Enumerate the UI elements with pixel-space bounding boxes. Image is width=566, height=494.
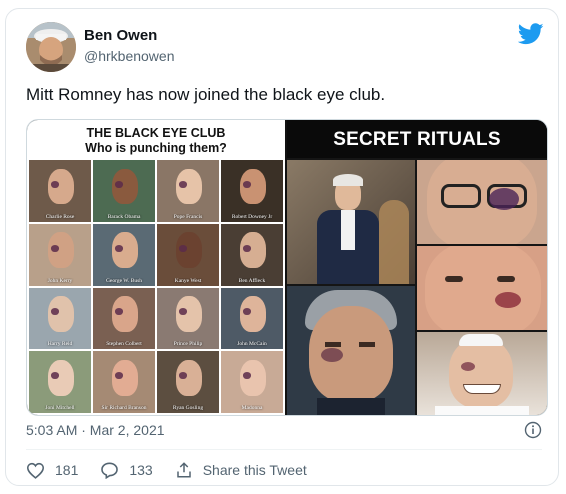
club-title: THE BLACK EYE CLUB xyxy=(86,126,226,140)
photo-smiling-man-white-cap xyxy=(417,332,547,415)
share-button[interactable]: Share this Tweet xyxy=(175,461,307,479)
grid-photo: Pope Francis xyxy=(157,160,219,222)
grid-photo: Robert Downey Jr xyxy=(221,160,283,222)
black-eye-mark xyxy=(114,180,124,188)
tweet-timestamp[interactable]: 5:03 AM · Mar 2, 2021 xyxy=(26,422,165,438)
secret-rituals-panel: SECRET RITUALS xyxy=(287,120,547,415)
photo-grid: Charlie Rose Barack Obama Pope Francis Robe… xyxy=(29,160,283,413)
grid-photo-caption: Prince Philip xyxy=(173,341,203,348)
grid-photo: Joni Mitchell xyxy=(29,351,91,413)
black-eye-mark xyxy=(242,244,252,252)
black-eye-mark xyxy=(178,244,188,252)
grid-photo: Madonna xyxy=(221,351,283,413)
photo-bruised-eye-closeup xyxy=(417,160,547,244)
tweet-actions: 181 133 Share this Tweet xyxy=(26,461,329,479)
share-icon xyxy=(176,462,191,478)
author-name[interactable]: Ben Owen xyxy=(84,27,157,44)
grid-photo: Ryan Gosling xyxy=(157,351,219,413)
grid-photo: Charlie Rose xyxy=(29,160,91,222)
reply-icon xyxy=(101,462,119,479)
like-count: 181 xyxy=(55,462,79,478)
black-eye-mark xyxy=(114,244,124,252)
photo-man-in-suit xyxy=(287,160,415,284)
grid-photo-caption: Harry Reid xyxy=(47,341,73,348)
grid-photo-caption: Ben Affleck xyxy=(238,277,266,284)
grid-photo: Ben Affleck xyxy=(221,223,283,286)
grid-photo-caption: Ryan Gosling xyxy=(172,405,204,411)
info-icon[interactable] xyxy=(524,421,542,439)
grid-photo-caption: Pope Francis xyxy=(173,213,203,220)
share-label: Share this Tweet xyxy=(202,462,307,478)
reply-button[interactable]: 133 xyxy=(100,461,153,479)
grid-photo-caption: John McCain xyxy=(237,341,267,348)
grid-photo-caption: Robert Downey Jr xyxy=(231,213,273,220)
grid-photo-caption: Sir Richard Branson xyxy=(101,405,147,411)
twitter-bird-icon[interactable] xyxy=(518,23,544,45)
reply-count: 133 xyxy=(129,462,153,478)
grid-photo: Harry Reid xyxy=(29,287,91,350)
grid-photo: Sir Richard Branson xyxy=(93,351,155,413)
like-button[interactable]: 181 xyxy=(26,462,78,479)
grid-photo-caption: Joni Mitchell xyxy=(45,405,75,411)
grid-photo: Stephen Colbert xyxy=(93,287,155,350)
grid-photo: Barack Obama xyxy=(93,160,155,222)
black-eye-club-panel: THE BLACK EYE CLUB Who is punching them?… xyxy=(27,120,285,415)
tweet-card[interactable]: Ben Owen @hrkbenowen Mitt Romney has now… xyxy=(5,8,559,486)
black-eye-mark xyxy=(50,244,60,252)
black-eye-mark xyxy=(50,180,60,188)
grid-photo-caption: Madonna xyxy=(241,405,263,411)
grid-photo: John Kerry xyxy=(29,223,91,286)
secret-rituals-title: SECRET RITUALS xyxy=(287,120,547,158)
heart-icon xyxy=(26,462,45,479)
black-eye-mark xyxy=(242,180,252,188)
grid-photo: Kanye West xyxy=(157,223,219,286)
photo-gray-haired-man xyxy=(287,286,415,415)
photo-bruised-cheek-closeup xyxy=(417,246,547,330)
grid-photo-caption: Kanye West xyxy=(174,277,202,284)
club-subtitle: Who is punching them? xyxy=(85,141,227,155)
grid-photo-caption: John Kerry xyxy=(47,277,73,284)
grid-photo: George W. Bush xyxy=(93,223,155,286)
divider xyxy=(26,449,542,450)
grid-photo-caption: Charlie Rose xyxy=(45,213,75,220)
grid-photo-caption: Barack Obama xyxy=(107,213,141,220)
tweet-text: Mitt Romney has now joined the black eye… xyxy=(26,85,386,104)
author-handle[interactable]: @hrkbenowen xyxy=(84,48,175,64)
grid-photo: Prince Philip xyxy=(157,287,219,350)
grid-photo-caption: George W. Bush xyxy=(105,277,143,284)
grid-photo: John McCain xyxy=(221,287,283,350)
avatar[interactable] xyxy=(26,22,76,72)
tweet-media[interactable]: THE BLACK EYE CLUB Who is punching them?… xyxy=(26,119,548,416)
grid-photo-caption: Stephen Colbert xyxy=(106,341,142,348)
black-eye-mark xyxy=(178,180,188,188)
